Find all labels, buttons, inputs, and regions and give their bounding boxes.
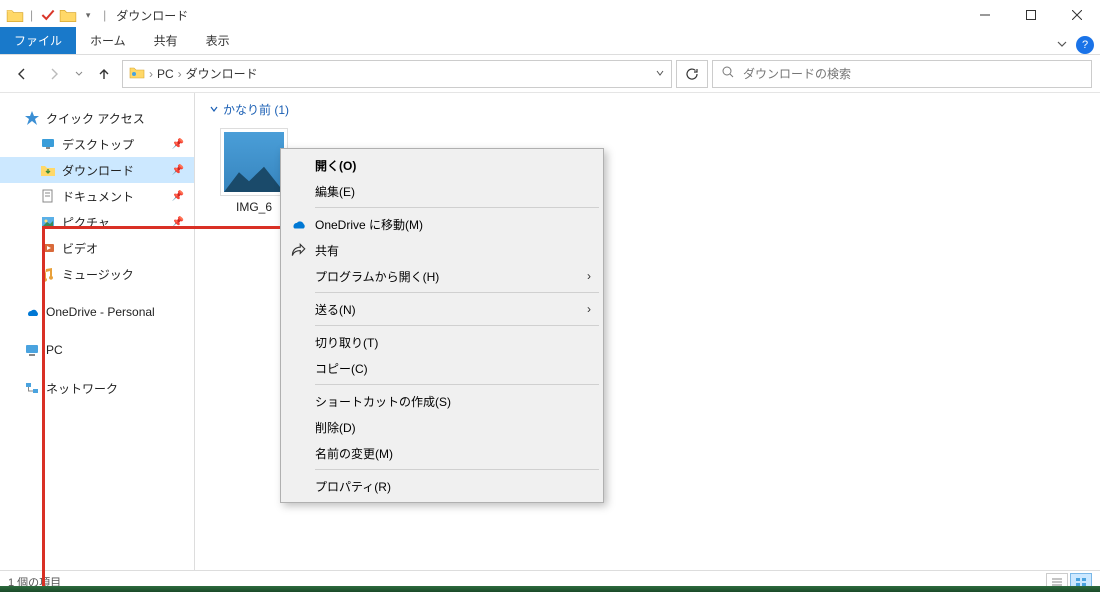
sidebar-pc[interactable]: PC	[0, 337, 194, 363]
pin-icon: 📌	[172, 165, 184, 176]
group-header[interactable]: かなり前 (1)	[209, 101, 1086, 118]
sidebar-quick-access[interactable]: クイック アクセス	[0, 105, 194, 131]
sidebar-item-documents[interactable]: ドキュメント 📌	[0, 183, 194, 209]
sidebar-item-label: ドキュメント	[62, 188, 134, 205]
sidebar-item-label: ミュージック	[62, 266, 134, 283]
star-icon	[24, 110, 40, 126]
sidebar-item-pictures[interactable]: ピクチャ 📌	[0, 209, 194, 235]
close-button[interactable]	[1054, 0, 1100, 30]
folder-icon-qat[interactable]	[59, 6, 77, 24]
sidebar-item-label: PC	[46, 343, 63, 357]
tab-view[interactable]: 表示	[192, 27, 244, 54]
ribbon-tabs: ファイル ホーム 共有 表示 ?	[0, 30, 1100, 55]
nav-pane: クイック アクセス デスクトップ 📌 ダウンロード 📌 ドキュメント 📌 ピクチ…	[0, 93, 195, 571]
onedrive-icon	[24, 304, 40, 320]
taskbar-edge	[0, 586, 1100, 592]
annotation-line	[42, 226, 45, 586]
maximize-button[interactable]	[1008, 0, 1054, 30]
chevron-right-icon[interactable]: ›	[178, 67, 182, 81]
share-icon	[289, 241, 307, 259]
sidebar-item-label: ダウンロード	[62, 162, 134, 179]
search-icon	[721, 65, 735, 82]
sidebar-item-label: デスクトップ	[62, 136, 134, 153]
pin-icon: 📌	[172, 191, 184, 202]
ctx-cut[interactable]: 切り取り(T)	[283, 329, 601, 355]
ctx-copy[interactable]: コピー(C)	[283, 355, 601, 381]
pc-icon	[24, 342, 40, 358]
ctx-share[interactable]: 共有	[283, 237, 601, 263]
minimize-button[interactable]	[962, 0, 1008, 30]
ctx-properties[interactable]: プロパティ(R)	[283, 473, 601, 499]
titlebar-qat: | ▾ |	[6, 6, 110, 24]
network-icon	[24, 380, 40, 396]
sidebar-item-desktop[interactable]: デスクトップ 📌	[0, 131, 194, 157]
sidebar-onedrive[interactable]: OneDrive - Personal	[0, 299, 194, 325]
annotation-line	[42, 226, 280, 229]
ctx-open-with[interactable]: プログラムから開く(H)›	[283, 263, 601, 289]
breadcrumb-pc[interactable]: PC	[157, 67, 174, 81]
breadcrumb-downloads[interactable]: ダウンロード	[186, 65, 258, 82]
file-thumbnail	[220, 128, 288, 196]
separator	[315, 325, 599, 326]
help-icon[interactable]: ?	[1076, 36, 1094, 54]
file-name: IMG_6	[236, 200, 272, 214]
search-box[interactable]	[712, 60, 1092, 88]
recent-dropdown-icon[interactable]	[72, 60, 86, 88]
separator: |	[30, 8, 33, 22]
ctx-rename[interactable]: 名前の変更(M)	[283, 440, 601, 466]
back-button[interactable]	[8, 60, 36, 88]
sidebar-item-label: クイック アクセス	[46, 110, 145, 127]
folder-icon	[129, 65, 145, 82]
titlebar: | ▾ | ダウンロード	[0, 0, 1100, 30]
up-button[interactable]	[90, 60, 118, 88]
separator	[315, 469, 599, 470]
chevron-right-icon: ›	[587, 269, 591, 283]
ctx-delete[interactable]: 削除(D)	[283, 414, 601, 440]
ctx-open[interactable]: 開く(O)	[283, 152, 601, 178]
chevron-down-icon[interactable]	[1056, 38, 1068, 53]
checkmark-icon[interactable]	[39, 6, 57, 24]
sidebar-item-videos[interactable]: ビデオ	[0, 235, 194, 261]
address-box[interactable]: › PC › ダウンロード	[122, 60, 672, 88]
tab-share[interactable]: 共有	[140, 27, 192, 54]
document-icon	[40, 188, 56, 204]
ctx-edit[interactable]: 編集(E)	[283, 178, 601, 204]
sidebar-network[interactable]: ネットワーク	[0, 375, 194, 401]
separator	[315, 292, 599, 293]
sidebar-item-label: OneDrive - Personal	[46, 305, 155, 319]
sidebar-item-music[interactable]: ミュージック	[0, 261, 194, 287]
ctx-onedrive-move[interactable]: OneDrive に移動(M)	[283, 211, 601, 237]
download-folder-icon	[40, 162, 56, 178]
onedrive-icon	[289, 215, 307, 233]
group-label: かなり前 (1)	[223, 101, 289, 118]
search-input[interactable]	[743, 67, 1083, 81]
tab-home[interactable]: ホーム	[76, 27, 140, 54]
pin-icon: 📌	[172, 139, 184, 150]
ctx-send-to[interactable]: 送る(N)›	[283, 296, 601, 322]
chevron-down-icon	[209, 103, 219, 117]
desktop-icon	[40, 136, 56, 152]
refresh-button[interactable]	[676, 60, 708, 88]
forward-button[interactable]	[40, 60, 68, 88]
folder-icon	[6, 6, 24, 24]
sidebar-item-label: ビデオ	[62, 240, 98, 257]
separator	[315, 207, 599, 208]
chevron-right-icon[interactable]: ›	[149, 67, 153, 81]
context-menu: 開く(O) 編集(E) OneDrive に移動(M) 共有 プログラムから開く…	[280, 148, 604, 503]
sidebar-item-label: ネットワーク	[46, 380, 118, 397]
window-controls	[962, 0, 1100, 30]
tab-file[interactable]: ファイル	[0, 27, 76, 54]
dropdown-icon[interactable]: ▾	[79, 6, 97, 24]
separator	[315, 384, 599, 385]
chevron-right-icon: ›	[587, 302, 591, 316]
window-title: ダウンロード	[116, 7, 188, 24]
chevron-down-icon[interactable]	[655, 67, 665, 81]
ctx-create-shortcut[interactable]: ショートカットの作成(S)	[283, 388, 601, 414]
separator: |	[103, 8, 106, 22]
sidebar-item-downloads[interactable]: ダウンロード 📌	[0, 157, 194, 183]
address-bar-row: › PC › ダウンロード	[0, 55, 1100, 93]
